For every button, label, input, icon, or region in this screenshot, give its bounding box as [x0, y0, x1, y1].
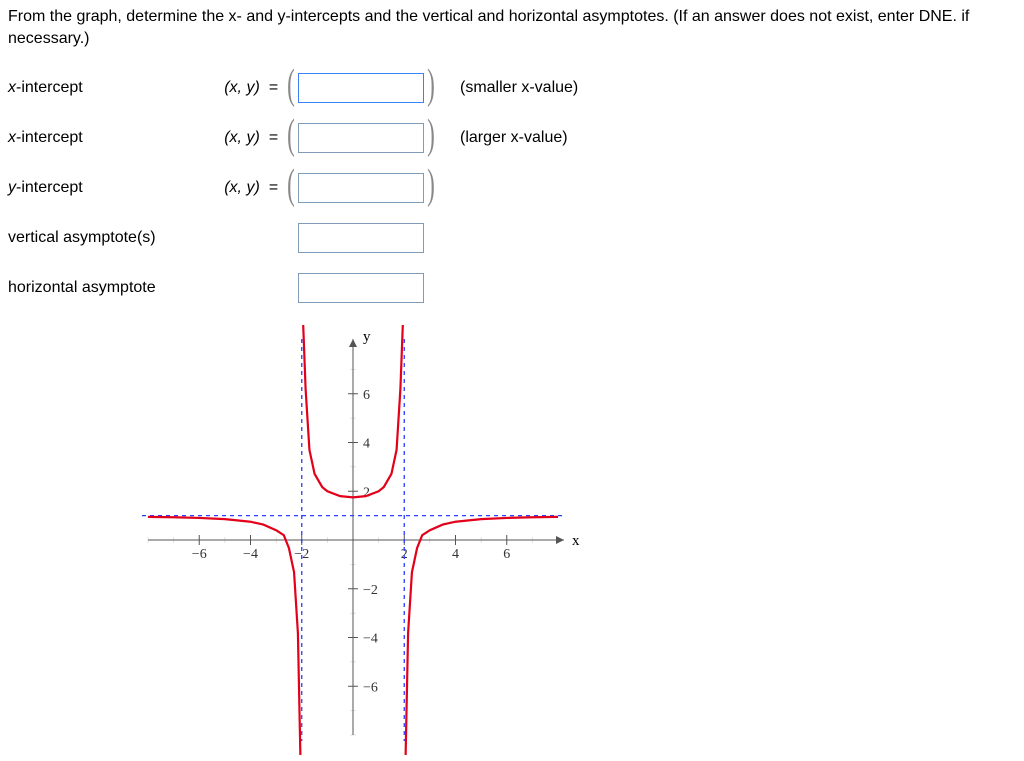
open-paren-icon: (: [287, 75, 295, 96]
row-x-intercept-smaller: x-intercept (x, y) = ( ) (smaller x-valu…: [8, 63, 1016, 113]
row-x-intercept-larger: x-intercept (x, y) = ( ) (larger x-value…: [8, 113, 1016, 163]
svg-text:−4: −4: [363, 631, 378, 646]
note: (smaller x-value): [438, 79, 578, 97]
graph: −6−4−2246−6−4−2246xy: [128, 325, 1016, 755]
svg-text:−6: −6: [192, 547, 207, 562]
close-paren-icon: ): [427, 125, 435, 146]
svg-text:−6: −6: [363, 680, 378, 695]
label: vertical asymptote(s): [8, 229, 208, 247]
svg-text:4: 4: [452, 547, 459, 562]
instructions-span: From the graph, determine the x- and y-i…: [8, 8, 969, 47]
svg-text:4: 4: [363, 436, 370, 451]
svg-text:−2: −2: [363, 583, 378, 598]
open-paren-icon: (: [287, 125, 295, 146]
svg-text:y: y: [363, 329, 371, 345]
label: horizontal asymptote: [8, 279, 208, 297]
label: x-intercept: [8, 79, 208, 97]
svg-text:x: x: [572, 533, 580, 549]
note: (larger x-value): [438, 129, 568, 147]
instructions-text: From the graph, determine the x- and y-i…: [8, 6, 1016, 51]
label: y-intercept: [8, 179, 208, 197]
row-y-intercept: y-intercept (x, y) = ( ): [8, 163, 1016, 213]
open-paren-icon: (: [287, 175, 295, 196]
equals: (x, y) =: [208, 129, 284, 147]
graph-svg: −6−4−2246−6−4−2246xy: [128, 325, 588, 755]
vertical-asymptote-input[interactable]: [298, 223, 424, 253]
row-horizontal-asymptote: horizontal asymptote (: [8, 263, 1016, 313]
svg-text:6: 6: [503, 547, 510, 562]
x-intercept-smaller-input[interactable]: [298, 73, 424, 103]
close-paren-icon: ): [427, 75, 435, 96]
svg-text:2: 2: [363, 485, 370, 500]
y-intercept-input[interactable]: [298, 173, 424, 203]
label: x-intercept: [8, 129, 208, 147]
horizontal-asymptote-input[interactable]: [298, 273, 424, 303]
row-vertical-asymptote: vertical asymptote(s) (: [8, 213, 1016, 263]
equals: (x, y) =: [208, 79, 284, 97]
equals: (x, y) =: [208, 179, 284, 197]
svg-text:−4: −4: [243, 547, 258, 562]
close-paren-icon: ): [427, 175, 435, 196]
svg-text:6: 6: [363, 388, 370, 403]
x-intercept-larger-input[interactable]: [298, 123, 424, 153]
